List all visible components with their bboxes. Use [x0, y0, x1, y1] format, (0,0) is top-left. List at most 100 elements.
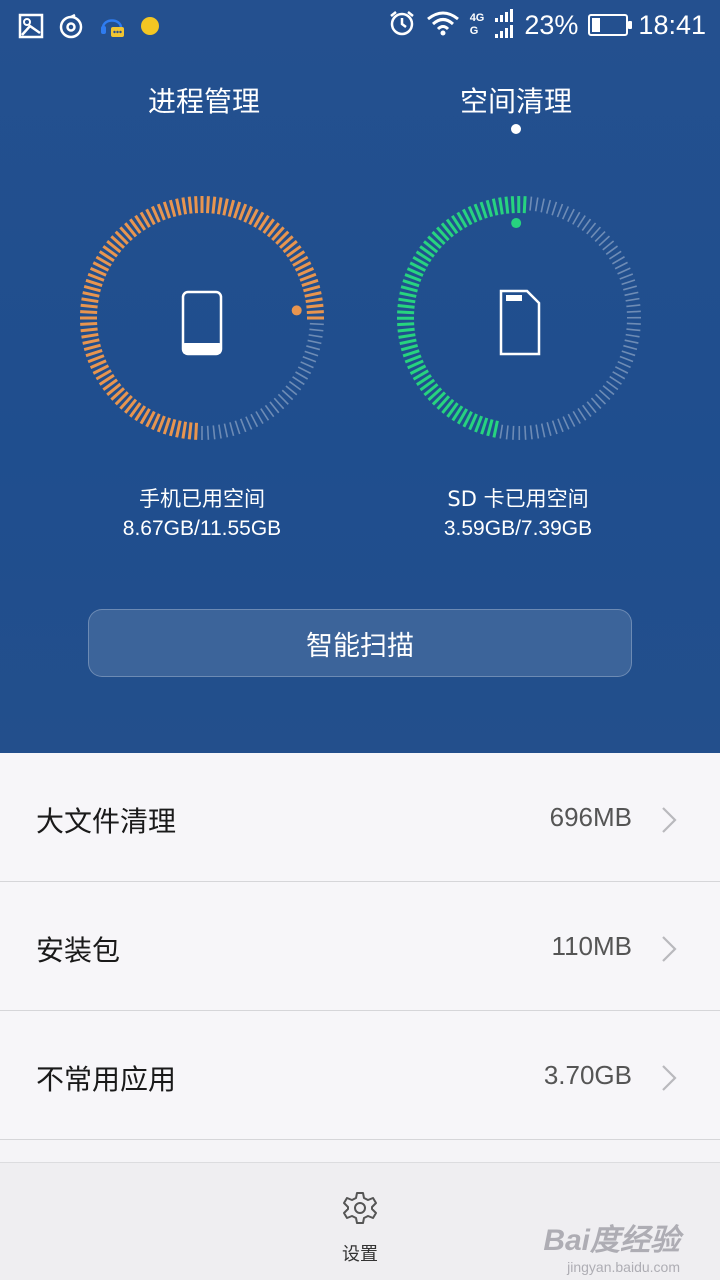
gauge-tick-free — [602, 385, 615, 396]
gauge-tick-free — [572, 211, 581, 225]
notification-dot-icon — [140, 16, 160, 40]
list-item-install-packages[interactable]: 安装包 110MB — [0, 882, 720, 1011]
gauge-tick-free — [561, 206, 570, 220]
gauge-tick-free — [617, 360, 631, 369]
gauge-tick-used — [82, 291, 100, 298]
gauge-tick-free — [619, 273, 634, 280]
gauge-tick-free — [234, 420, 241, 435]
gauge-tick-used — [83, 343, 101, 352]
active-tab-indicator — [511, 124, 521, 134]
network-g-label: G — [469, 25, 479, 37]
gauge-tick-used — [85, 349, 103, 358]
gauge-tick-used — [402, 349, 420, 358]
gauge-tick-free — [621, 279, 636, 286]
list-item-title: 安装包 — [36, 934, 121, 967]
gauge-tick-free — [288, 380, 302, 391]
gauge-tick-used — [233, 201, 242, 219]
gauge-tick-free — [277, 393, 289, 405]
gauge-tick-free — [545, 199, 552, 214]
gauge-tick-free — [624, 291, 639, 297]
gauge-tick-free — [590, 397, 602, 410]
watermark-logo: Bai度经验 — [543, 1224, 680, 1257]
gauge-tick-free — [625, 333, 640, 338]
gallery-icon — [18, 13, 44, 43]
gauge-tick-used — [399, 338, 417, 346]
gauge-tick-free — [602, 240, 615, 251]
list-item-unused-apps[interactable]: 不常用应用 3.70GB — [0, 1011, 720, 1140]
gauge-tick-used — [81, 297, 99, 304]
gauge-tick-used — [181, 421, 188, 439]
gauge-tick-free — [281, 389, 294, 401]
gauge-tick-used — [187, 422, 193, 440]
cleanup-list: 大文件清理 696MB 安装包 110MB 不常用应用 3.70GB — [0, 753, 720, 1140]
gauge-tick-free — [576, 215, 586, 228]
gauge-tick-used — [510, 196, 515, 214]
gauge-tick-used — [175, 198, 182, 216]
gauge-tick-free — [302, 355, 317, 363]
gauge-tick-used — [306, 310, 324, 315]
gauge-tick-used — [402, 279, 420, 288]
gauge-tick-free — [594, 230, 606, 243]
smart-scan-button[interactable]: 智能扫描 — [88, 609, 632, 677]
watermark-url: jingyan.baidu.com — [567, 1259, 680, 1275]
baidu-watermark: Bai度经验 jingyan.baidu.com — [543, 1215, 680, 1275]
gauge-tick-used — [216, 197, 223, 215]
gauge-tick-used — [522, 196, 527, 214]
gauge-tick-free — [309, 322, 324, 326]
gauge-tick-free — [223, 423, 229, 438]
gauge-tick-free — [229, 422, 235, 437]
clock: 18:41 — [638, 9, 706, 40]
signal-icon — [494, 8, 514, 42]
settings-label: 设置 — [342, 1244, 378, 1265]
sd-storage-info: SD 卡已用空间 3.59GB/7.39GB — [368, 484, 668, 544]
gauge-tick-free — [295, 371, 309, 380]
gauge-tick-used — [82, 338, 100, 345]
gauge-tick-free — [625, 297, 640, 302]
gauge-tick-free — [598, 235, 611, 247]
gauge-tick-used — [480, 417, 489, 435]
list-item-size: 110MB — [551, 931, 632, 961]
gauge-tick-free — [206, 425, 210, 440]
list-item-large-files[interactable]: 大文件清理 696MB — [0, 753, 720, 882]
gauge-tick-free — [273, 397, 285, 410]
gauge-tick-free — [594, 393, 607, 405]
gauge-tick-used — [479, 201, 488, 219]
gauge-tick-used — [491, 198, 499, 216]
settings-button[interactable]: 设置 — [320, 1190, 400, 1266]
chevron-right-icon — [662, 807, 677, 833]
sd-card-icon — [499, 289, 541, 356]
phone-storage-value: 8.67GB/11.55GB — [122, 517, 282, 540]
gauge-tick-free — [297, 366, 312, 375]
gauge-tick-free — [626, 310, 641, 313]
gauge-tick-used — [398, 333, 416, 339]
music-icon — [58, 13, 84, 43]
gauge-tick-used — [400, 285, 418, 293]
gauge-tick-free — [567, 413, 576, 427]
gauge-tick-free — [540, 198, 545, 213]
gauge-tick-used — [397, 327, 415, 333]
gauge-tick-used — [194, 196, 199, 214]
tab-process-manager[interactable]: 进程管理 — [94, 80, 314, 120]
gauge-tick-free — [264, 404, 275, 418]
gauge-tick-free — [524, 425, 527, 440]
gauge-tick-used — [85, 278, 103, 287]
gauge-tick-free — [307, 339, 322, 345]
gauge-tick-used — [87, 354, 105, 364]
gauge-tick-free — [612, 256, 625, 265]
gauge-tick-used — [80, 310, 98, 315]
gauge-tick-free — [499, 424, 504, 439]
gauge-tick-used — [187, 196, 193, 214]
gauge-tick-used — [303, 284, 321, 293]
gauge-tick-used — [299, 272, 317, 282]
gauge-tick-free — [626, 322, 641, 325]
header-panel: 4G G 23% 18:41 进程管理 空间清理 手机已用空间 8.67GB/1… — [0, 0, 720, 753]
tab-space-cleanup[interactable]: 空间清理 — [406, 80, 626, 120]
gauge-tick-free — [300, 361, 314, 369]
gauge-tick-free — [546, 422, 552, 436]
gauge-tick-used — [304, 291, 322, 298]
gauge-tick-free — [619, 355, 634, 363]
network-4g-label: 4G — [469, 12, 485, 24]
gauge-tick-free — [540, 423, 546, 438]
gauge-tick-used — [492, 420, 499, 438]
gauge-tick-used — [156, 415, 166, 433]
